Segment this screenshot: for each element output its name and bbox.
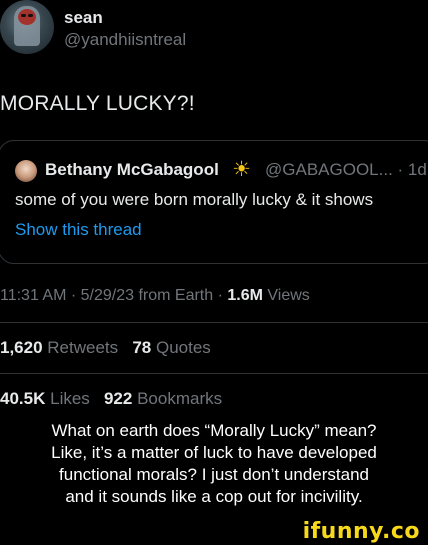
quoted-author-avatar	[15, 160, 37, 182]
watermark-bar: ifunny.co	[0, 519, 428, 545]
tweet-timestamp[interactable]: 11:31 AM · 5/29/23 from Earth ·	[0, 287, 227, 304]
caption-line: and it sounds like a cop out for incivil…	[65, 487, 363, 506]
stats-row-likes: 40.5K Likes 922 Bookmarks	[0, 389, 222, 409]
caption-line: Like, it’s a matter of luck to have deve…	[51, 443, 377, 462]
divider	[0, 373, 428, 374]
tweet-meta: 11:31 AM · 5/29/23 from Earth · 1.6M Vie…	[0, 287, 310, 305]
avatar-mask	[18, 9, 36, 25]
quotes-label[interactable]: Quotes	[156, 338, 211, 357]
likes-count[interactable]: 40.5K	[0, 389, 45, 408]
author-handle[interactable]: @yandhiisntreal	[64, 30, 186, 50]
author-avatar[interactable]	[0, 0, 54, 54]
caption-line: functional morals? I just don’t understa…	[59, 465, 369, 484]
caption-line: What on earth does “Morally Lucky” mean?	[51, 421, 377, 440]
retweets-count[interactable]: 1,620	[0, 338, 43, 357]
quoted-author-name: Bethany McGabagool	[45, 160, 219, 179]
author-name[interactable]: sean	[64, 8, 103, 28]
sun-icon: ☀	[232, 158, 251, 181]
stats-row-retweets: 1,620 Retweets 78 Quotes	[0, 338, 211, 358]
avatar-eye-left	[21, 14, 26, 17]
quoted-tweet-text: some of you were born morally lucky & it…	[15, 190, 374, 209]
avatar-eye-right	[28, 14, 33, 17]
quoted-tweet[interactable]: Bethany McGabagool ☀ @GABAGOOL... · 1d s…	[0, 140, 428, 264]
divider	[0, 322, 428, 323]
quoted-author-handle: @GABAGOOL... · 1d	[265, 160, 427, 179]
quotes-count[interactable]: 78	[132, 338, 151, 357]
meme-caption: What on earth does “Morally Lucky” mean?…	[0, 410, 428, 522]
ifunny-logo: ifunny.co	[302, 519, 420, 544]
retweets-label[interactable]: Retweets	[47, 338, 118, 357]
views-label: Views	[262, 287, 310, 304]
show-thread-link[interactable]: Show this thread	[15, 220, 142, 240]
bookmarks-count[interactable]: 922	[104, 389, 132, 408]
bookmarks-label[interactable]: Bookmarks	[137, 389, 222, 408]
tweet-text: MORALLY LUCKY?!	[0, 92, 195, 115]
tweet-card: sean @yandhiisntreal MORALLY LUCKY?! Bet…	[0, 0, 428, 410]
likes-label[interactable]: Likes	[50, 389, 90, 408]
views-count: 1.6M	[227, 287, 263, 304]
